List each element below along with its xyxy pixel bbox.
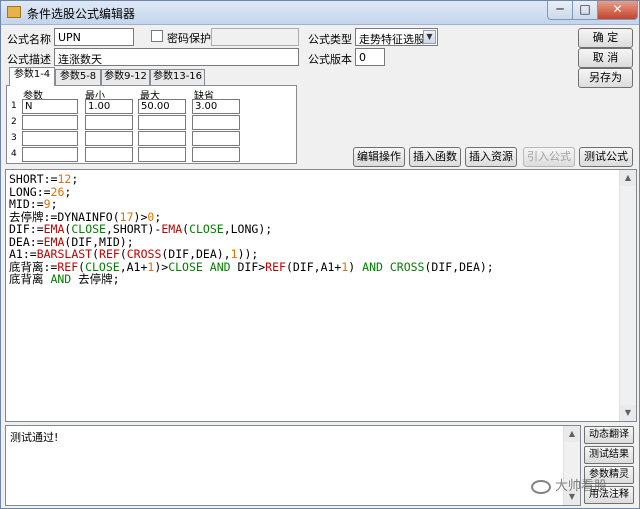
- tab-params-9-12[interactable]: 参数9-12: [101, 69, 150, 85]
- formula-type-value: 走势特征选股: [359, 33, 425, 46]
- insert-resource-button[interactable]: 插入资源: [465, 147, 517, 167]
- password-input[interactable]: [211, 28, 299, 46]
- code-token: CLOSE: [189, 222, 224, 236]
- param-min-cell[interactable]: [85, 147, 133, 162]
- save-as-button[interactable]: 另存为: [578, 68, 633, 88]
- code-token: ,A1+: [119, 259, 148, 274]
- param-row-number: 2: [11, 117, 17, 127]
- window-title: 条件选股公式编辑器: [27, 7, 136, 21]
- code-token: ,LONG);: [223, 222, 273, 236]
- formula-version-input[interactable]: 0: [355, 48, 385, 66]
- code-token: )>: [154, 259, 169, 274]
- code-token: ;: [64, 184, 72, 199]
- param-min-cell[interactable]: [85, 131, 133, 146]
- editor-scrollbar[interactable]: ▲ ▼: [619, 170, 636, 421]
- test-output-panel: 测试通过! ▲ ▼: [5, 425, 581, 506]
- param-row-number: 4: [11, 149, 17, 159]
- insert-function-button[interactable]: 插入函数: [409, 147, 461, 167]
- code-token: AND: [50, 272, 72, 286]
- password-protect-checkbox[interactable]: [151, 30, 163, 42]
- formula-name-input[interactable]: UPN: [54, 28, 134, 46]
- param-default-cell[interactable]: [192, 147, 240, 162]
- scroll-down-icon[interactable]: ▼: [620, 405, 636, 421]
- formula-type-label: 公式类型: [308, 33, 352, 46]
- code-token: ): [348, 259, 363, 274]
- param-max-cell[interactable]: [138, 115, 186, 130]
- maximize-button[interactable]: □: [572, 1, 598, 20]
- code-token: REF: [265, 259, 286, 274]
- code-token: AND: [209, 259, 231, 274]
- code-token: (DIF,A1+: [285, 259, 342, 274]
- code-line[interactable]: LONG:=26;: [9, 184, 494, 199]
- wechat-icon: [531, 479, 551, 494]
- param-max-cell[interactable]: 50.00: [138, 99, 186, 114]
- formula-name-label: 公式名称: [7, 33, 51, 46]
- formula-desc-input[interactable]: 连涨数天: [54, 48, 299, 66]
- import-formula-button[interactable]: 引入公式: [523, 147, 575, 167]
- code-token: CLOSE: [168, 259, 203, 274]
- dynamic-translate-button[interactable]: 动态翻译: [584, 426, 634, 444]
- edit-operations-button[interactable]: 编辑操作: [353, 147, 405, 167]
- param-name-cell[interactable]: N: [22, 99, 78, 114]
- formula-type-select[interactable]: 走势特征选股 ▼: [355, 28, 438, 46]
- ok-button[interactable]: 确 定: [578, 28, 633, 48]
- title-bar[interactable]: 条件选股公式编辑器 ─ □ ✕: [1, 1, 639, 25]
- code-token: 底背离: [9, 272, 51, 286]
- test-result-button[interactable]: 测试结果: [584, 446, 634, 464]
- close-button[interactable]: ✕: [597, 1, 638, 20]
- formula-code[interactable]: SHORT:=12; LONG:=26; MID:=9; 去停牌:=DYNAINFO(…: [9, 173, 494, 286]
- formula-editor-window: 条件选股公式编辑器 ─ □ ✕ 公式名称 UPN 密码保护 公式类型 走势特征选…: [0, 0, 640, 509]
- tab-params-5-8[interactable]: 参数5-8: [55, 69, 101, 85]
- param-default-cell[interactable]: [192, 115, 240, 130]
- code-token: ;: [71, 172, 79, 186]
- minimize-button[interactable]: ─: [547, 1, 573, 20]
- param-default-cell[interactable]: 3.00: [192, 99, 240, 114]
- watermark-text: 大帅看股: [555, 479, 608, 494]
- params-panel: 参数 最小 最大 缺省 1 N 1.00 50.00 3.00 2 3 4: [6, 85, 297, 164]
- param-name-cell[interactable]: [22, 115, 78, 130]
- code-token: 去停牌;: [71, 272, 120, 286]
- test-output-text: 测试通过!: [10, 431, 59, 444]
- app-icon: [7, 6, 21, 18]
- param-row-number: 1: [11, 101, 17, 111]
- param-min-cell[interactable]: [85, 115, 133, 130]
- watermark: 大帅看股: [531, 475, 607, 494]
- password-protect-label: 密码保护: [167, 32, 211, 45]
- chevron-down-icon[interactable]: ▼: [423, 30, 436, 44]
- param-row-number: 3: [11, 133, 17, 143]
- code-token: EMA: [161, 222, 183, 236]
- code-token: CROSS: [389, 259, 425, 274]
- formula-code-editor[interactable]: SHORT:=12; LONG:=26; MID:=9; 去停牌:=DYNAINFO(…: [5, 169, 637, 422]
- code-line[interactable]: 底背离 AND 去停牌;: [9, 273, 494, 286]
- param-max-cell[interactable]: [138, 147, 186, 162]
- code-line[interactable]: SHORT:=12;: [9, 173, 494, 186]
- param-name-cell[interactable]: [22, 131, 78, 146]
- scroll-up-icon[interactable]: ▲: [620, 170, 636, 186]
- tab-params-1-4[interactable]: 参数1-4: [9, 67, 55, 86]
- code-token: AND: [362, 259, 383, 274]
- param-default-cell[interactable]: [192, 131, 240, 146]
- code-token: (DIF,DEA);: [424, 259, 494, 274]
- tab-params-13-16[interactable]: 参数13-16: [150, 69, 205, 85]
- scroll-up-icon[interactable]: ▲: [564, 426, 580, 442]
- code-token: DIF>: [230, 259, 266, 274]
- param-max-cell[interactable]: [138, 131, 186, 146]
- formula-desc-label: 公式描述: [7, 53, 51, 66]
- param-name-cell[interactable]: [22, 147, 78, 162]
- test-formula-button[interactable]: 测试公式: [579, 147, 633, 167]
- formula-version-label: 公式版本: [308, 53, 352, 66]
- cancel-button[interactable]: 取 消: [578, 48, 633, 68]
- param-min-cell[interactable]: 1.00: [85, 99, 133, 114]
